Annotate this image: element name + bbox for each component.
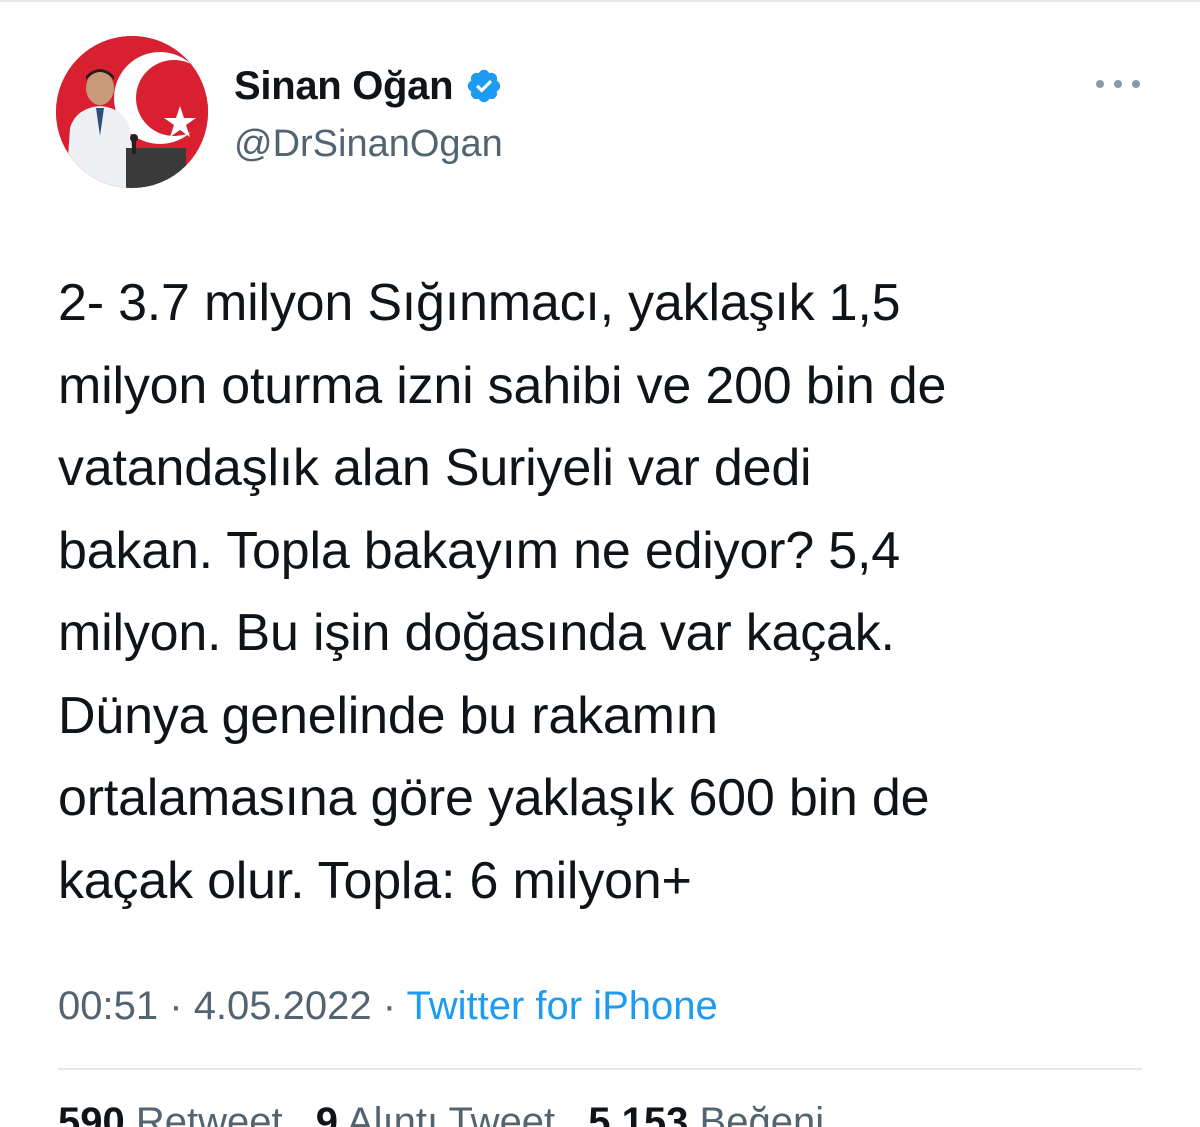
- quotes-label: Alıntı Tweet: [346, 1100, 556, 1127]
- tweet-source-link[interactable]: Twitter for iPhone: [406, 984, 717, 1028]
- tweet-time[interactable]: 00:51: [58, 984, 158, 1028]
- divider: [58, 1068, 1142, 1070]
- tweet-text-line: kaçak olur. Topla: 6 milyon+: [58, 851, 692, 910]
- more-options-button[interactable]: [1096, 70, 1140, 98]
- retweets-label: Retweet: [135, 1100, 283, 1127]
- handle[interactable]: @DrSinanOgan: [234, 118, 503, 170]
- likes-stat[interactable]: 5.153 Beğeni: [588, 1100, 824, 1127]
- tweet-card: Sinan Oğan @DrSinanOgan 2- 3.7 milyon Sı…: [0, 0, 1200, 1127]
- more-dot-icon: [1114, 80, 1122, 88]
- top-divider: [0, 0, 1200, 2]
- avatar[interactable]: [56, 36, 208, 188]
- quotes-stat[interactable]: 9 Alıntı Tweet: [316, 1100, 555, 1127]
- verified-badge-icon: [465, 67, 503, 105]
- tweet-text-line: bakan. Topla bakayım ne ediyor? 5,4: [58, 521, 900, 580]
- tweet-text-line: ortalamasına göre yaklaşık 600 bin de: [58, 769, 930, 827]
- tweet-text-line: Dünya genelinde bu rakamın: [58, 686, 718, 745]
- retweets-stat[interactable]: 590 Retweet: [58, 1100, 283, 1127]
- tweet-text-line: 2- 3.7 milyon Sığınmacı, yaklaşık 1,5: [58, 274, 901, 332]
- tweet-text: 2- 3.7 milyon Sığınmacı, yaklaşık 1,5 mi…: [58, 262, 1158, 922]
- retweets-count: 590: [58, 1100, 125, 1127]
- tweet-text-line: vatandaşlık alan Suriyeli var dedi: [58, 439, 812, 497]
- author-info[interactable]: Sinan Oğan @DrSinanOgan: [234, 60, 503, 170]
- avatar-image: [56, 36, 208, 188]
- likes-label: Beğeni: [699, 1100, 825, 1127]
- display-name-row: Sinan Oğan: [234, 60, 503, 112]
- more-dot-icon: [1096, 80, 1104, 88]
- display-name[interactable]: Sinan Oğan: [234, 60, 454, 112]
- tweet-date[interactable]: 4.05.2022: [194, 984, 372, 1028]
- tweet-text-line: milyon. Bu işin doğasında var kaçak.: [58, 604, 895, 662]
- more-dot-icon: [1132, 80, 1140, 88]
- tweet-text-line: milyon oturma izni sahibi ve 200 bin de: [58, 356, 947, 415]
- tweet-meta: 00:51 · 4.05.2022 · Twitter for iPhone: [58, 980, 718, 1032]
- meta-separator: ·: [382, 984, 397, 1028]
- tweet-stats: 590 Retweet 9 Alıntı Tweet 5.153 Beğeni: [58, 1096, 846, 1127]
- meta-separator: ·: [169, 984, 183, 1028]
- likes-count: 5.153: [588, 1100, 689, 1127]
- quotes-count: 9: [315, 1100, 338, 1127]
